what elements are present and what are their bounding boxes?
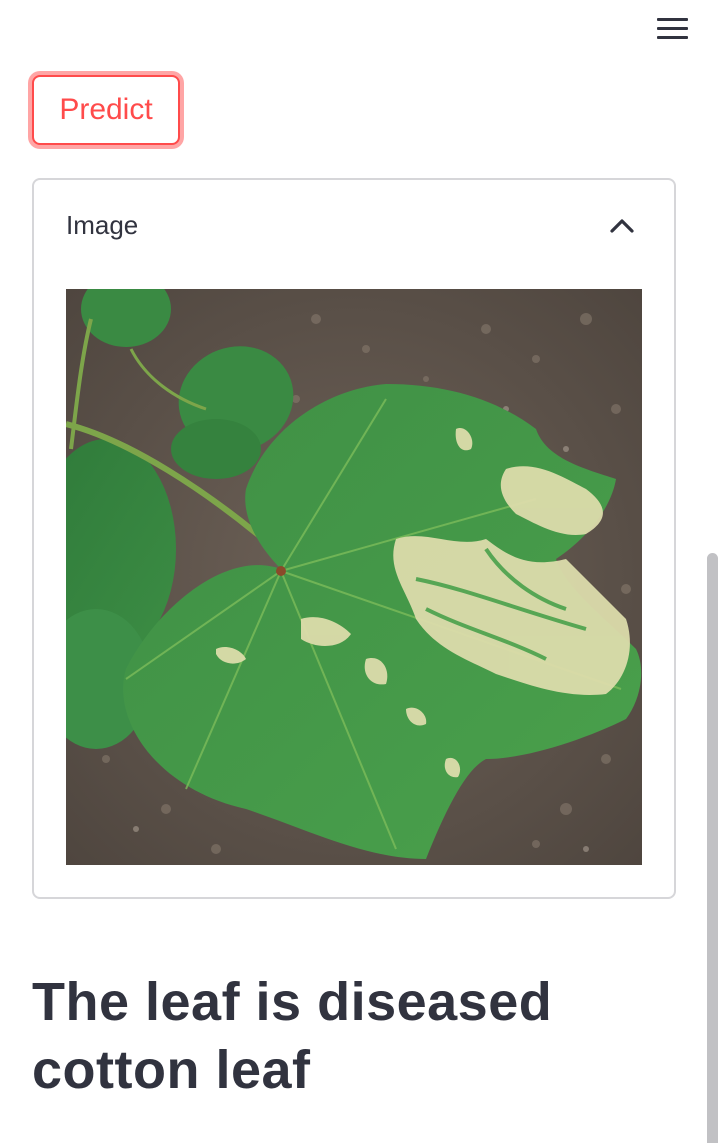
hamburger-menu-icon[interactable] bbox=[652, 12, 692, 44]
uploaded-leaf-image bbox=[66, 289, 642, 865]
leaf-photo bbox=[66, 289, 642, 865]
vertical-scrollbar[interactable] bbox=[707, 553, 718, 1143]
app-page: Predict Image The leaf is diseased cotto… bbox=[0, 0, 720, 1143]
menu-bar-top bbox=[656, 17, 688, 21]
menu-bar-bottom bbox=[656, 35, 688, 39]
expander-header[interactable]: Image bbox=[34, 180, 674, 276]
predict-button[interactable]: Predict bbox=[32, 75, 180, 145]
expander-label: Image bbox=[66, 210, 139, 240]
menu-bar-middle bbox=[656, 26, 688, 30]
prediction-result-heading: The leaf is diseased cotton leaf bbox=[32, 972, 553, 1100]
image-expander: Image bbox=[32, 178, 676, 899]
chevron-up-icon bbox=[610, 219, 634, 233]
